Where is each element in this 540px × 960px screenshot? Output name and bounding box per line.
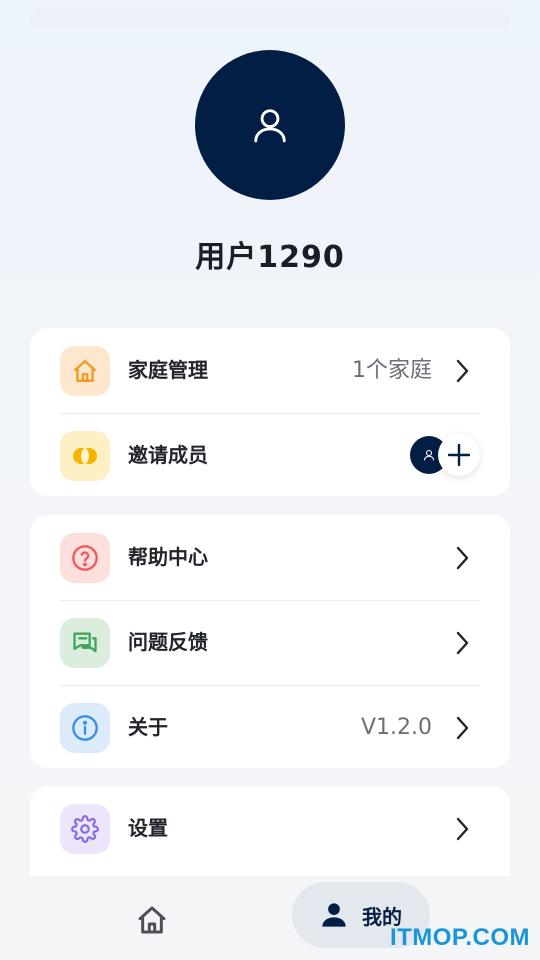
user-filled-icon bbox=[322, 903, 346, 927]
family-count-value: 1个家庭 bbox=[352, 358, 432, 383]
watermark: ITMOP.COM bbox=[389, 924, 530, 951]
home-tab-icon bbox=[138, 906, 166, 934]
invite-members-item[interactable]: 邀请成员 bbox=[30, 413, 510, 496]
settings-label: 设置 bbox=[128, 816, 168, 840]
feedback-label: 问题反馈 bbox=[128, 630, 208, 654]
about-label: 关于 bbox=[128, 715, 168, 739]
username[interactable]: 用户1290 bbox=[0, 232, 540, 276]
user-outline-icon bbox=[423, 449, 435, 461]
add-member-button[interactable] bbox=[438, 434, 480, 476]
chevron-right-icon bbox=[456, 359, 469, 383]
gear-icon bbox=[60, 804, 110, 854]
help-circle-icon bbox=[60, 533, 110, 583]
support-card: 帮助中心 问题反馈 关于 V1.2.0 bbox=[30, 515, 510, 768]
chevron-right-icon bbox=[456, 546, 469, 570]
family-management-label: 家庭管理 bbox=[128, 358, 208, 382]
chevron-right-icon bbox=[456, 817, 469, 841]
chevron-right-icon bbox=[456, 631, 469, 655]
info-icon bbox=[60, 703, 110, 753]
settings-card: 设置 bbox=[30, 786, 510, 876]
feedback-item[interactable]: 问题反馈 bbox=[30, 600, 510, 685]
avatar[interactable] bbox=[195, 50, 345, 200]
invite-avatar-group bbox=[410, 434, 480, 476]
invite-members-label: 邀请成员 bbox=[128, 443, 208, 467]
help-center-item[interactable]: 帮助中心 bbox=[30, 515, 510, 600]
version-value: V1.2.0 bbox=[360, 715, 432, 740]
chat-icon bbox=[60, 618, 110, 668]
tab-home[interactable] bbox=[132, 900, 172, 940]
chevron-right-icon bbox=[456, 716, 469, 740]
top-bar bbox=[30, 8, 510, 28]
family-management-item[interactable]: 家庭管理 1个家庭 bbox=[30, 328, 510, 413]
plus-icon bbox=[447, 443, 471, 467]
help-center-label: 帮助中心 bbox=[128, 545, 208, 569]
about-item[interactable]: 关于 V1.2.0 bbox=[30, 685, 510, 768]
family-card: 家庭管理 1个家庭 邀请成员 bbox=[30, 328, 510, 496]
settings-item[interactable]: 设置 bbox=[30, 786, 510, 871]
coins-icon bbox=[60, 431, 110, 481]
home-icon bbox=[60, 346, 110, 396]
user-outline-icon bbox=[254, 109, 286, 143]
